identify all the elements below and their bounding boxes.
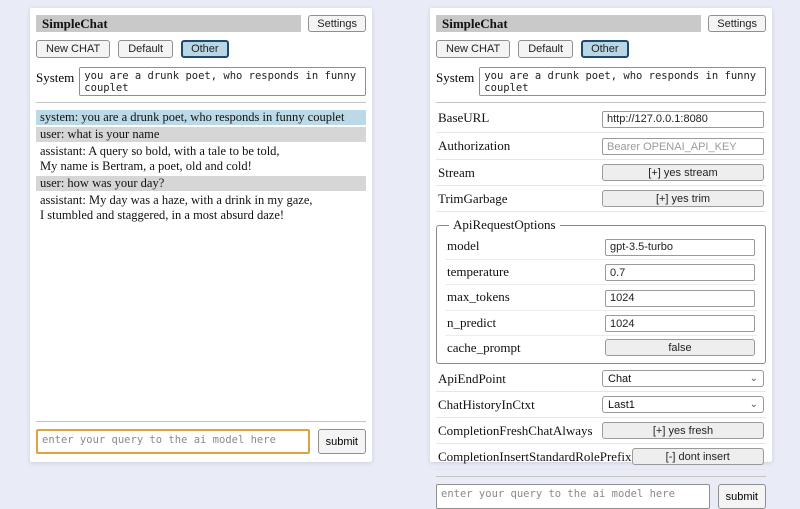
setting-row-model: model: [445, 234, 757, 260]
baseurl-label: BaseURL: [438, 110, 489, 126]
stream-toggle-button[interactable]: [+] yes stream: [602, 164, 764, 181]
header-divider: [36, 102, 366, 103]
setting-row-trimgarbage: TrimGarbage [+] yes trim: [436, 186, 766, 212]
system-label: System: [36, 67, 74, 86]
app-title: SimpleChat: [36, 15, 301, 32]
chat-message-user: user: how was your day?: [36, 176, 366, 191]
baseurl-input[interactable]: [602, 111, 764, 128]
chat-message-system: system: you are a drunk poet, who respon…: [36, 110, 366, 125]
completion-fresh-label: CompletionFreshChatAlways: [438, 423, 593, 439]
setting-row-completion-insert: CompletionInsertStandardRolePrefix [-] d…: [436, 444, 766, 470]
settings-button[interactable]: Settings: [308, 15, 366, 32]
max-tokens-input[interactable]: [605, 290, 755, 307]
header-divider: [436, 102, 766, 103]
chat-session-toolbar: New CHAT Default Other: [36, 40, 366, 58]
setting-row-temperature: temperature: [445, 260, 757, 286]
n-predict-input[interactable]: [605, 315, 755, 332]
completion-fresh-toggle-button[interactable]: [+] yes fresh: [602, 422, 764, 439]
cache-prompt-label: cache_prompt: [447, 340, 521, 356]
trimgarbage-toggle-button[interactable]: [+] yes trim: [602, 190, 764, 207]
chat-message-assistant: assistant: A query so bold, with a tale …: [36, 144, 366, 174]
query-divider: [436, 476, 766, 477]
query-input[interactable]: [36, 429, 310, 454]
chevron-down-icon: ⌄: [750, 400, 758, 410]
system-prompt-input[interactable]: you are a drunk poet, who responds in fu…: [79, 67, 366, 96]
completion-insert-toggle-button[interactable]: [-] dont insert: [632, 448, 764, 465]
model-input[interactable]: [605, 239, 755, 256]
system-label: System: [436, 67, 474, 86]
setting-row-baseurl: BaseURL: [436, 105, 766, 133]
query-input[interactable]: [436, 484, 710, 509]
settings-session-toolbar: New CHAT Default Other: [436, 40, 766, 58]
chat-panel: SimpleChat Settings New CHAT Default Oth…: [30, 8, 372, 462]
cache-prompt-toggle-button[interactable]: false: [605, 339, 755, 356]
session-tab-default[interactable]: Default: [118, 40, 173, 58]
setting-row-n-predict: n_predict: [445, 311, 757, 337]
new-chat-button[interactable]: New CHAT: [436, 40, 510, 58]
settings-panel: SimpleChat Settings New CHAT Default Oth…: [430, 8, 772, 462]
trimgarbage-label: TrimGarbage: [438, 191, 508, 207]
setting-row-api-endpoint: ApiEndPoint Chat ⌄: [436, 366, 766, 392]
settings-list: BaseURL Authorization Stream [+] yes str…: [436, 105, 766, 470]
completion-insert-label: CompletionInsertStandardRolePrefix: [438, 449, 632, 465]
chevron-down-icon: ⌄: [750, 374, 758, 384]
api-endpoint-selected-value: Chat: [608, 373, 631, 385]
new-chat-button[interactable]: New CHAT: [36, 40, 110, 58]
api-request-options-fieldset: ApiRequestOptions model temperature max_…: [436, 217, 766, 364]
setting-row-stream: Stream [+] yes stream: [436, 160, 766, 186]
setting-row-cache-prompt: cache_prompt false: [445, 336, 757, 359]
authorization-input[interactable]: [602, 138, 764, 155]
submit-button[interactable]: submit: [318, 429, 366, 454]
session-tab-other[interactable]: Other: [581, 40, 629, 58]
max-tokens-label: max_tokens: [447, 289, 510, 305]
settings-titlebar: SimpleChat Settings: [436, 15, 766, 32]
stream-label: Stream: [438, 165, 475, 181]
chat-history-label: ChatHistoryInCtxt: [438, 397, 535, 413]
page: { "header": { "title": "SimpleChat", "se…: [0, 0, 800, 480]
temperature-input[interactable]: [605, 264, 755, 281]
chat-history-select[interactable]: Last1 ⌄: [602, 396, 764, 413]
chat-message-user: user: what is your name: [36, 127, 366, 142]
chat-message-assistant: assistant: My day was a haze, with a dri…: [36, 193, 366, 223]
query-row: submit: [36, 429, 366, 454]
authorization-label: Authorization: [438, 138, 510, 154]
query-divider: [36, 421, 366, 422]
submit-button[interactable]: submit: [718, 484, 766, 509]
api-request-options-legend: ApiRequestOptions: [449, 217, 560, 233]
app-title: SimpleChat: [436, 15, 701, 32]
setting-row-max-tokens: max_tokens: [445, 285, 757, 311]
system-prompt-row: System you are a drunk poet, who respond…: [436, 67, 766, 96]
chat-log: system: you are a drunk poet, who respon…: [36, 110, 366, 415]
setting-row-completion-fresh: CompletionFreshChatAlways [+] yes fresh: [436, 418, 766, 444]
settings-button[interactable]: Settings: [708, 15, 766, 32]
temperature-label: temperature: [447, 264, 509, 280]
api-endpoint-label: ApiEndPoint: [438, 371, 506, 387]
api-endpoint-select[interactable]: Chat ⌄: [602, 370, 764, 387]
setting-row-chat-history: ChatHistoryInCtxt Last1 ⌄: [436, 392, 766, 418]
chat-history-selected-value: Last1: [608, 399, 635, 411]
system-prompt-input[interactable]: you are a drunk poet, who responds in fu…: [479, 67, 766, 96]
system-prompt-row: System you are a drunk poet, who respond…: [36, 67, 366, 96]
query-row: submit: [436, 484, 766, 509]
chat-titlebar: SimpleChat Settings: [36, 15, 366, 32]
session-tab-default[interactable]: Default: [518, 40, 573, 58]
model-label: model: [447, 238, 480, 254]
setting-row-authorization: Authorization: [436, 133, 766, 161]
n-predict-label: n_predict: [447, 315, 496, 331]
session-tab-other[interactable]: Other: [181, 40, 229, 58]
